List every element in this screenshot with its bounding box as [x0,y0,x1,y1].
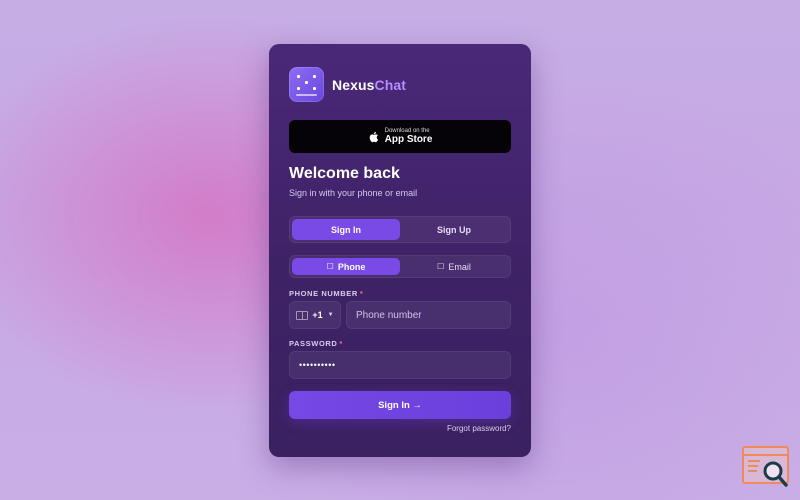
tab-phone[interactable]: ☐ Phone [292,258,400,275]
brand: NexusChat [289,67,406,102]
app-store-button[interactable]: Download on the App Store [289,120,511,153]
login-card: NexusChat Download on the App Store Welc… [269,44,531,457]
required-mark: * [359,289,364,298]
apple-icon [369,131,378,142]
tab-sign-in[interactable]: Sign In [292,219,400,240]
password-label: PASSWORD * [289,339,343,348]
page-title: Welcome back [289,165,400,182]
password-input[interactable] [289,351,511,379]
tab-sign-up[interactable]: Sign Up [400,219,508,240]
page-subtitle: Sign in with your phone or email [289,188,418,198]
phone-icon: ☐ [326,262,334,271]
chevron-down-icon: ▼ [327,312,334,318]
forgot-password-link[interactable]: Forgot password? [447,424,511,433]
login-method-tabs: ☐ Phone ☐ Email [289,255,511,278]
search-window-icon [742,446,789,487]
app-store-label: App Store [384,134,433,145]
auth-mode-tabs: Sign In Sign Up [289,216,511,243]
tab-email[interactable]: ☐ Email [400,258,508,275]
email-icon: ☐ [437,262,445,271]
flag-icon [296,310,309,320]
tab-phone-label: Phone [337,261,366,272]
country-code-select[interactable]: +1 ▼ [289,301,341,329]
grid-dots-icon [289,67,324,102]
phone-input[interactable] [346,301,511,329]
phone-label: PHONE NUMBER * [289,289,364,298]
country-code: +1 [312,310,323,320]
brand-name: NexusChat [332,76,407,93]
sign-in-button[interactable]: Sign In → [289,391,511,419]
tab-email-label: Email [448,261,471,272]
required-mark: * [339,339,343,348]
